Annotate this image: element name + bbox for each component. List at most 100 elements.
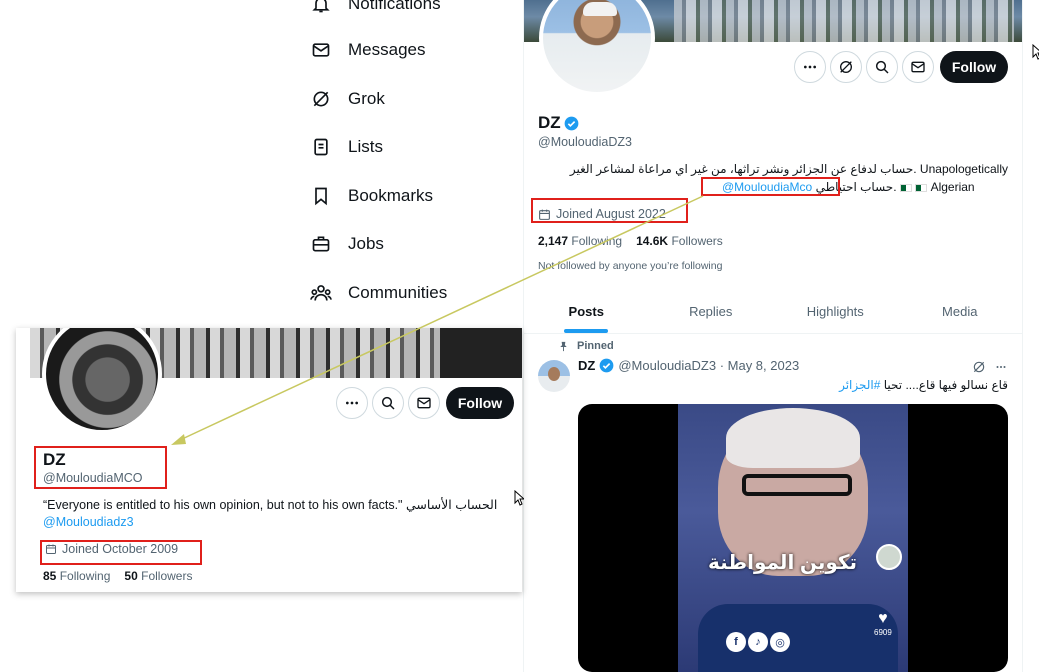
verified-badge-icon <box>599 358 614 373</box>
card-follow-button[interactable]: Follow <box>446 387 514 419</box>
annotation-box-card-name <box>34 446 167 489</box>
grok-icon[interactable] <box>972 360 986 374</box>
search-icon <box>381 396 395 410</box>
following-stat[interactable]: 2,147 Following <box>538 234 622 248</box>
heart-icon: ♥ <box>878 610 888 627</box>
mouse-cursor-icon <box>514 490 524 506</box>
nav-bookmarks[interactable]: Bookmarks <box>310 176 433 216</box>
tiktok-icon: ♪ <box>748 632 768 652</box>
post-text-body: قاع نسالو فيها قاع.... تحيا <box>880 378 1008 392</box>
bell-icon <box>310 0 332 15</box>
video-frame: تكوين المواطنة f ♪ ◎ ♥ 6909 <box>678 404 908 672</box>
not-followed-text: Not followed by anyone you’re following <box>538 260 723 272</box>
tab-highlights[interactable]: Highlights <box>773 290 898 333</box>
follow-button[interactable]: Follow <box>940 51 1008 83</box>
nav-lists-label: Lists <box>348 137 383 156</box>
tab-replies[interactable]: Replies <box>649 290 774 333</box>
bookmark-icon <box>310 185 332 207</box>
search-button[interactable] <box>866 51 898 83</box>
mouse-cursor-icon <box>1032 44 1039 60</box>
banner-image <box>674 0 1014 42</box>
card-bio-line1: “Everyone is entitled to his own opinion… <box>43 496 497 514</box>
post-text: قاع نسالو فيها قاع.... تحيا #الجزائر <box>839 378 1008 392</box>
card-followers-stat[interactable]: 50 Followers <box>124 569 192 583</box>
channel-logo-icon <box>876 544 902 570</box>
card-following-label: Following <box>59 569 111 583</box>
algeria-flag-icon <box>899 183 912 192</box>
nav-grok-label: Grok <box>348 89 385 108</box>
envelope-icon <box>911 61 925 73</box>
pin-icon <box>560 341 567 351</box>
post-more-icon[interactable] <box>994 361 1008 373</box>
card-following-count: 85 <box>43 569 57 583</box>
post-author-name[interactable]: DZ <box>578 358 595 373</box>
grok-icon <box>840 61 852 73</box>
verified-badge-icon <box>564 116 579 130</box>
annotation-box-joined <box>531 198 688 223</box>
nav-jobs[interactable]: Jobs <box>310 224 384 264</box>
card-following-stat[interactable]: 85 Following <box>43 569 110 583</box>
profile-tabs: Posts Replies Highlights Media <box>524 290 1022 334</box>
media-likes-count: 6909 <box>874 628 892 637</box>
grok-icon <box>310 88 332 110</box>
card-bio-link[interactable]: @Mouloudiadz3 <box>43 513 134 531</box>
briefcase-icon <box>310 233 332 255</box>
message-button[interactable] <box>902 51 934 83</box>
nav-communities-label: Communities <box>348 283 448 302</box>
card-followers-count: 50 <box>124 569 138 583</box>
pinned-label: Pinned <box>577 340 614 352</box>
list-icon <box>310 136 332 158</box>
media-glasses <box>742 474 852 496</box>
media-caption: تكوين المواطنة <box>708 552 858 574</box>
nav-notifications-label: Notifications <box>348 0 441 13</box>
search-icon <box>875 60 889 74</box>
following-count: 2,147 <box>538 234 569 248</box>
profile-bio-prefix: Algerian <box>930 180 975 194</box>
nav-lists[interactable]: Lists <box>310 127 383 167</box>
card-stats: 85 Following 50 Followers <box>43 569 192 583</box>
post-header: DZ @MouloudiaDZ3 · May 8, 2023 <box>578 358 799 373</box>
media-likes: ♥ 6909 <box>874 610 892 637</box>
tab-media[interactable]: Media <box>898 290 1023 333</box>
envelope-icon <box>310 39 332 61</box>
card-banner-dark <box>440 328 522 378</box>
post-avatar[interactable] <box>538 360 570 392</box>
nav-communities[interactable]: Communities <box>310 273 447 313</box>
card-bio-quote: “Everyone is entitled to his own opinion… <box>43 498 403 512</box>
profile-stats: 2,147 Following 14.6K Followers <box>538 234 723 248</box>
tab-posts[interactable]: Posts <box>524 290 649 333</box>
more-button[interactable] <box>794 51 826 83</box>
followers-count: 14.6K <box>636 234 669 248</box>
annotation-box-card-joined <box>40 540 202 565</box>
algeria-flag-icon <box>915 183 928 192</box>
communities-icon <box>310 282 332 304</box>
nav-bookmarks-label: Bookmarks <box>348 186 434 205</box>
post-handle-date: @MouloudiaDZ3 · May 8, 2023 <box>618 358 800 373</box>
nav-messages-label: Messages <box>348 40 426 59</box>
following-label: Following <box>571 234 623 248</box>
instagram-icon: ◎ <box>770 632 790 652</box>
followers-stat[interactable]: 14.6K Followers <box>636 234 723 248</box>
card-followers-label: Followers <box>141 569 193 583</box>
nav-jobs-label: Jobs <box>348 234 384 253</box>
pinned-indicator: Pinned <box>558 340 614 352</box>
profile-column: Follow DZ @MouloudiaDZ3 حساب لدفاع عن ال… <box>523 0 1023 672</box>
profile-name-row: DZ <box>538 113 579 133</box>
nav-grok[interactable]: Grok <box>310 79 385 119</box>
post-media[interactable]: تكوين المواطنة f ♪ ◎ ♥ 6909 <box>578 404 1008 672</box>
nav-notifications[interactable]: Notifications <box>310 0 441 24</box>
grok-button[interactable] <box>830 51 862 83</box>
card-more-button[interactable] <box>336 387 368 419</box>
profile-name: DZ <box>538 113 561 132</box>
annotation-box-bio-link <box>701 177 840 196</box>
media-hair <box>726 408 860 468</box>
nav-messages[interactable]: Messages <box>310 30 425 70</box>
card-avatar[interactable] <box>42 328 162 434</box>
avatar-cap <box>583 2 617 16</box>
more-icon <box>346 401 358 405</box>
profile-avatar[interactable] <box>539 0 655 96</box>
more-icon <box>804 65 816 69</box>
card-search-button[interactable] <box>372 387 404 419</box>
card-message-button[interactable] <box>408 387 440 419</box>
post-hashtag[interactable]: #الجزائر <box>839 378 880 392</box>
